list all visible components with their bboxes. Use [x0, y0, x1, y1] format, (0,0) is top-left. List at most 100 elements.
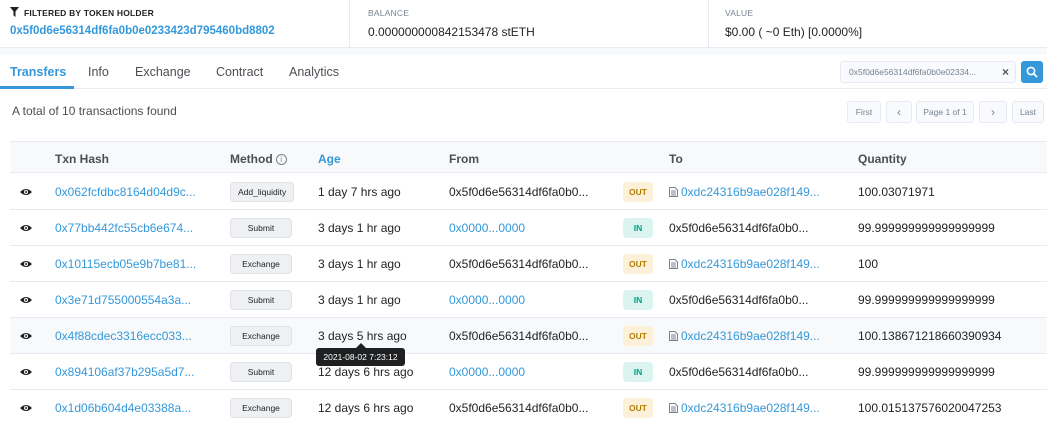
from-address: 0x5f0d6e56314df6fa0b0... — [449, 257, 589, 271]
to-address: 0x5f0d6e56314df6fa0b0... — [669, 293, 809, 307]
header-method: Method i — [230, 152, 287, 166]
from-address: 0x5f0d6e56314df6fa0b0... — [449, 329, 589, 343]
direction-badge: IN — [623, 218, 653, 238]
contract-icon — [669, 331, 678, 341]
direction-badge: OUT — [623, 254, 653, 274]
txn-hash-link[interactable]: 0x1d06b604d4e03388a... — [55, 401, 191, 415]
eye-icon[interactable] — [20, 403, 32, 413]
from-address: 0x5f0d6e56314df6fa0b0... — [449, 185, 589, 199]
table-row: 0x1d06b604d4e03388a... Exchange 12 days … — [10, 390, 1047, 425]
tab-info[interactable]: Info — [88, 65, 109, 79]
filter-section: FILTERED BY TOKEN HOLDER 0x5f0d6e56314df… — [0, 0, 340, 48]
direction-badge: IN — [623, 362, 653, 382]
method-badge: Add_liquidity — [230, 182, 295, 202]
balance-value: 0.000000000842153478 stETH — [368, 25, 535, 39]
age-value: 3 days 1 hr ago — [318, 257, 401, 271]
table-row: 0x4f88cdec3316ecc033... Exchange 3 days … — [10, 318, 1047, 354]
first-page-button[interactable]: First — [847, 101, 881, 123]
filter-address-link[interactable]: 0x5f0d6e56314df6fa0b0e0233423d795460bd88… — [10, 25, 275, 37]
token-holder-summary: FILTERED BY TOKEN HOLDER 0x5f0d6e56314df… — [0, 0, 1047, 48]
tab-transfers[interactable]: Transfers — [10, 65, 66, 79]
direction-badge: OUT — [623, 398, 653, 418]
value-label: VALUE — [725, 8, 754, 18]
address-filter-value: 0x5f0d6e56314df6fa0b0e02334... — [849, 67, 977, 77]
eye-icon[interactable] — [20, 367, 32, 377]
filter-icon — [10, 7, 19, 17]
clear-icon[interactable]: × — [1002, 65, 1009, 79]
to-address: 0x5f0d6e56314df6fa0b0... — [669, 365, 809, 379]
to-address-text: 0xdc24316b9ae028f149... — [681, 185, 820, 199]
eye-icon[interactable] — [20, 259, 32, 269]
to-address-text: 0xdc24316b9ae028f149... — [681, 257, 820, 271]
table-row: 0x77bb442fc55cb6e674... Submit 3 days 1 … — [10, 210, 1047, 246]
to-address-text: 0xdc24316b9ae028f149... — [681, 401, 820, 415]
header-txn-hash: Txn Hash — [55, 152, 110, 166]
transaction-count: A total of 10 transactions found — [12, 104, 177, 118]
age-value: 3 days 1 hr ago — [318, 293, 401, 307]
txn-hash-link[interactable]: 0x062fcfdbc8164d04d9c... — [55, 185, 196, 199]
direction-badge: OUT — [623, 326, 653, 346]
method-badge: Exchange — [230, 326, 292, 346]
header-to: To — [669, 152, 683, 166]
eye-icon[interactable] — [20, 223, 32, 233]
header-from: From — [449, 152, 479, 166]
to-address-link[interactable]: 0xdc24316b9ae028f149... — [669, 257, 820, 271]
header-quantity: Quantity — [858, 152, 907, 166]
txn-hash-link[interactable]: 0x10115ecb05e9b7be81... — [55, 257, 196, 271]
header-age-toggle[interactable]: Age — [318, 152, 341, 166]
direction-badge: IN — [623, 290, 653, 310]
section-divider — [0, 48, 1047, 55]
quantity-value: 100.015137576020047253 — [858, 401, 1002, 415]
to-address-link[interactable]: 0xdc24316b9ae028f149... — [669, 329, 820, 343]
eye-icon[interactable] — [20, 331, 32, 341]
quantity-value: 99.999999999999999999 — [858, 293, 995, 307]
balance-section: BALANCE 0.000000000842153478 stETH — [349, 0, 719, 48]
age-value: 12 days 6 hrs ago — [318, 365, 414, 379]
value-value: $0.00 ( ~0 Eth) [0.0000%] — [725, 25, 863, 39]
table-row: 0x062fcfdbc8164d04d9c... Add_liquidity 1… — [10, 174, 1047, 210]
txn-hash-link[interactable]: 0x3e71d755000554a3a... — [55, 293, 191, 307]
table-row: 0x3e71d755000554a3a... Submit 3 days 1 h… — [10, 282, 1047, 318]
tab-exchange[interactable]: Exchange — [135, 65, 191, 79]
to-address: 0x5f0d6e56314df6fa0b0... — [669, 221, 809, 235]
txn-hash-link[interactable]: 0x77bb442fc55cb6e674... — [55, 221, 193, 235]
prev-page-button[interactable]: ‹ — [886, 101, 912, 123]
method-badge: Exchange — [230, 398, 292, 418]
to-address-link[interactable]: 0xdc24316b9ae028f149... — [669, 185, 820, 199]
eye-icon[interactable] — [20, 187, 32, 197]
quantity-value: 100.03071971 — [858, 185, 935, 199]
search-button[interactable] — [1021, 61, 1043, 83]
quantity-value: 99.999999999999999999 — [858, 221, 995, 235]
last-page-button[interactable]: Last — [1012, 101, 1044, 123]
quantity-value: 100 — [858, 257, 879, 271]
info-icon[interactable]: i — [275, 154, 287, 165]
age-value[interactable]: 3 days 5 hrs ago — [318, 329, 407, 343]
age-timestamp-tooltip: 2021-08-02 7:23:12 — [316, 348, 405, 366]
from-address-link[interactable]: 0x0000...0000 — [449, 293, 525, 307]
table-row: 0x894106af37b295a5d7... Submit 12 days 6… — [10, 354, 1047, 390]
search-icon — [1026, 66, 1038, 78]
header-method-label: Method — [230, 152, 273, 166]
to-address-link[interactable]: 0xdc24316b9ae028f149... — [669, 401, 820, 415]
direction-badge: OUT — [623, 182, 653, 202]
filter-label: FILTERED BY TOKEN HOLDER — [24, 8, 154, 18]
contract-icon — [669, 403, 678, 413]
tab-contract[interactable]: Contract — [216, 65, 263, 79]
from-address-link[interactable]: 0x0000...0000 — [449, 221, 525, 235]
from-address: 0x5f0d6e56314df6fa0b0... — [449, 401, 589, 415]
quantity-value: 100.138671218660390934 — [858, 329, 1002, 343]
address-filter-input[interactable]: 0x5f0d6e56314df6fa0b0e02334... × — [840, 61, 1016, 83]
next-page-button[interactable]: › — [979, 101, 1007, 123]
from-address-link[interactable]: 0x0000...0000 — [449, 365, 525, 379]
balance-label: BALANCE — [368, 8, 410, 18]
method-badge: Submit — [230, 290, 292, 310]
page-indicator: Page 1 of 1 — [916, 101, 974, 123]
transfers-table-header: Txn Hash Method i Age From To Quantity — [10, 141, 1047, 173]
txn-hash-link[interactable]: 0x894106af37b295a5d7... — [55, 365, 194, 379]
method-badge: Submit — [230, 362, 292, 382]
table-row: 0x10115ecb05e9b7be81... Exchange 3 days … — [10, 246, 1047, 282]
eye-icon[interactable] — [20, 295, 32, 305]
tab-analytics[interactable]: Analytics — [289, 65, 339, 79]
txn-hash-link[interactable]: 0x4f88cdec3316ecc033... — [55, 329, 192, 343]
age-value: 12 days 6 hrs ago — [318, 401, 414, 415]
